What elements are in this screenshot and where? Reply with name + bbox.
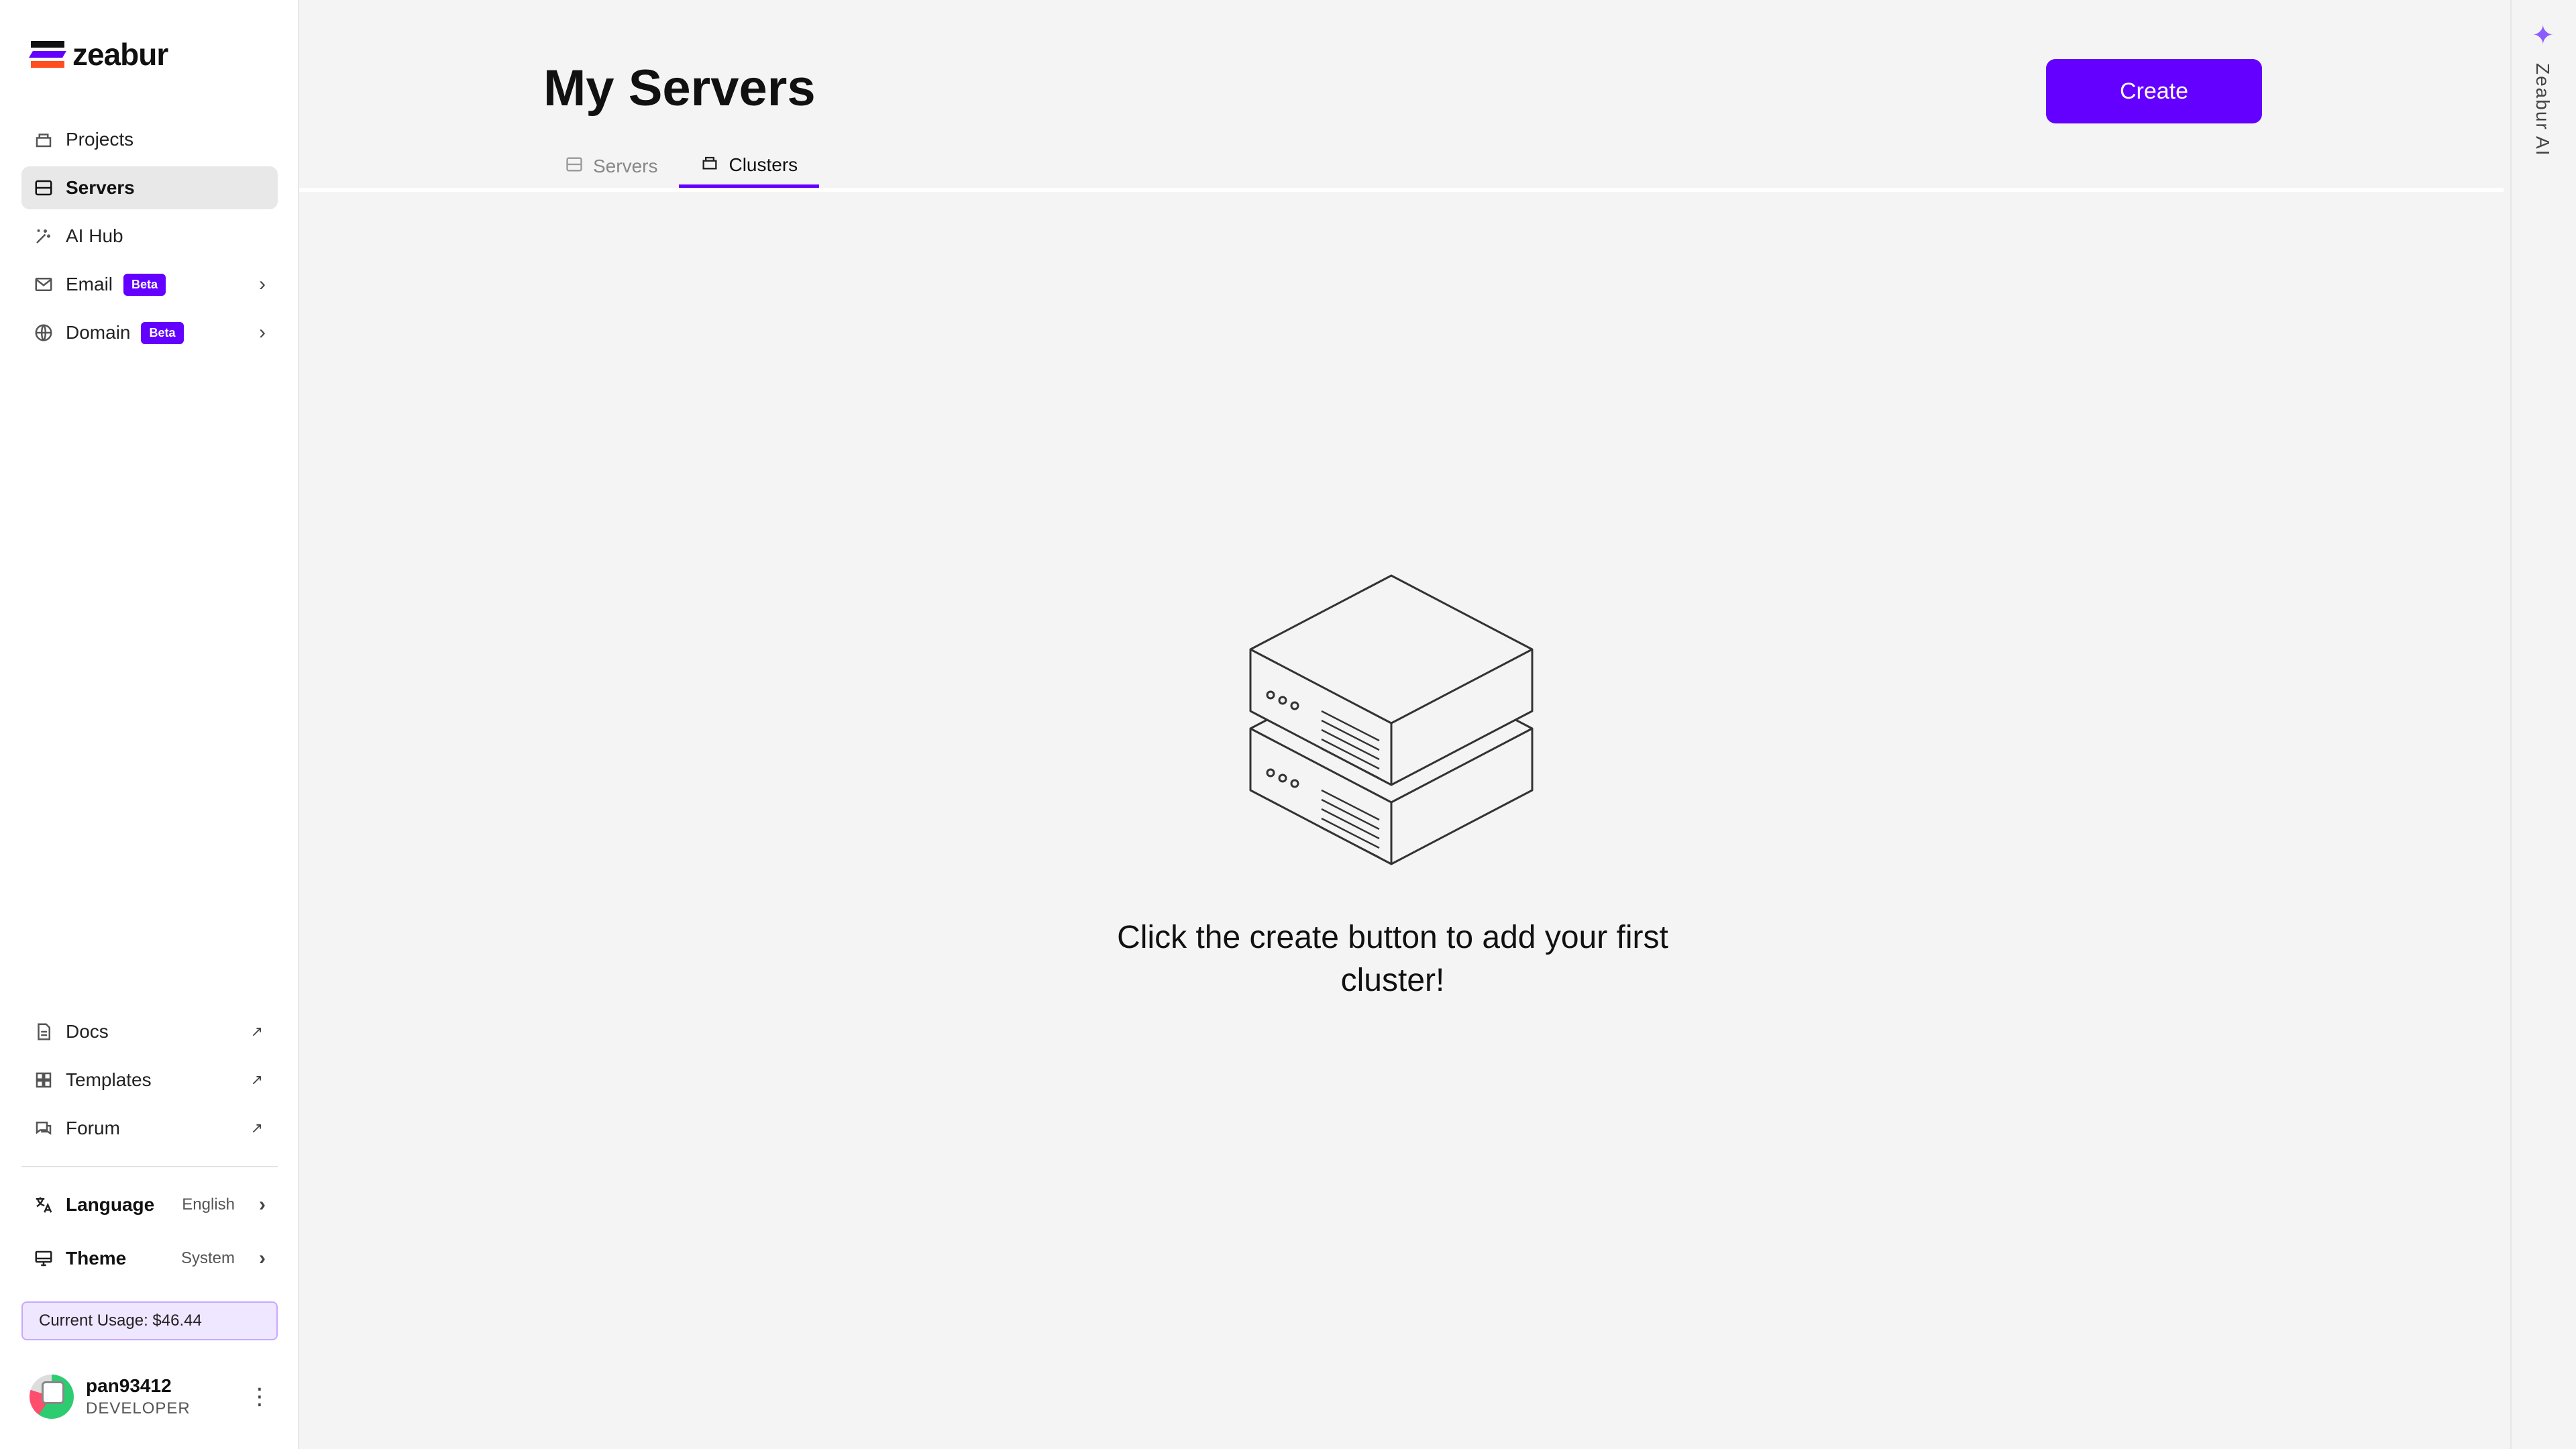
sidebar-item-projects[interactable]: Projects [21, 118, 278, 161]
projects-icon [34, 129, 54, 150]
external-link-icon: ↗ [250, 1120, 263, 1136]
tabs-divider [299, 188, 2504, 192]
sidebar-item-email[interactable]: Email Beta › [21, 263, 278, 306]
zeabur-logo-icon [29, 41, 66, 68]
user-role: DEVELOPER [86, 1399, 191, 1417]
sidebar-link-forum[interactable]: Forum ↗ [21, 1107, 278, 1150]
language-label: Language [66, 1194, 155, 1215]
external-link-icon: ↗ [250, 1071, 263, 1088]
ai-hub-icon [34, 226, 54, 246]
sidebar-item-servers[interactable]: Servers [21, 166, 278, 209]
sidebar-nav: Projects Servers AI Hub Email Beta › Dom… [21, 118, 278, 360]
sidebar-link-label: Docs [66, 1021, 109, 1042]
clusters-icon [700, 153, 729, 176]
chevron-right-icon: › [259, 273, 266, 295]
chevron-right-icon: › [259, 321, 266, 343]
servers-icon [565, 155, 593, 178]
brand-logo[interactable]: zeabur [29, 36, 168, 72]
sidebar-link-templates[interactable]: Templates ↗ [21, 1059, 278, 1102]
tab-label: Clusters [729, 154, 798, 175]
theme-setting[interactable]: Theme System › [21, 1237, 278, 1280]
server-stack-icon [1249, 574, 1534, 865]
sidebar-divider [21, 1166, 278, 1167]
tab-bar: Servers Clusters [543, 145, 820, 188]
main-content: My Servers Create Servers Clusters Click… [299, 0, 2510, 1449]
app-root: zeabur Projects Servers AI Hub Email Bet… [0, 0, 2576, 1449]
empty-state-message: Click the create button to add your firs… [1117, 920, 1668, 998]
sidebar-link-docs[interactable]: Docs ↗ [21, 1010, 278, 1053]
sidebar-item-label: AI Hub [66, 225, 123, 246]
sidebar-item-label: Projects [66, 129, 134, 150]
zeabur-ai-rail[interactable]: ✦ Zeabur AI [2510, 0, 2576, 1449]
sidebar-item-domain[interactable]: Domain Beta › [21, 311, 278, 354]
docs-icon [34, 1022, 54, 1042]
globe-icon [34, 323, 54, 343]
create-button[interactable]: Create [2046, 59, 2262, 123]
brand-name: zeabur [72, 37, 168, 72]
beta-badge: Beta [141, 321, 184, 344]
language-setting[interactable]: Language English › [21, 1183, 278, 1226]
tab-clusters[interactable]: Clusters [679, 145, 820, 188]
forum-icon [34, 1118, 54, 1138]
servers-icon [34, 178, 54, 198]
sidebar-item-label: Domain [66, 322, 131, 343]
more-vertical-icon[interactable]: ⋮ [248, 1383, 271, 1410]
theme-value: System [180, 1249, 235, 1267]
sidebar-item-label: Email [66, 274, 113, 294]
sidebar-link-label: Forum [66, 1118, 120, 1138]
current-usage-badge[interactable]: Current Usage: $46.44 [21, 1301, 278, 1340]
sidebar-item-label: Servers [66, 177, 135, 198]
sidebar-link-label: Templates [66, 1069, 152, 1090]
avatar [30, 1375, 74, 1419]
language-value: English [182, 1195, 235, 1214]
chevron-right-icon: › [259, 1247, 266, 1269]
monitor-icon [34, 1248, 54, 1269]
external-link-icon: ↗ [250, 1023, 263, 1040]
sidebar-item-ai-hub[interactable]: AI Hub [21, 215, 278, 258]
zeabur-ai-label: Zeabur AI [2532, 63, 2553, 157]
chevron-right-icon: › [259, 1193, 266, 1216]
email-icon [34, 274, 54, 294]
translate-icon [34, 1195, 54, 1215]
sidebar-links: Docs ↗ Templates ↗ Forum ↗ [21, 1010, 278, 1155]
templates-icon [34, 1070, 54, 1090]
beta-badge: Beta [123, 273, 166, 296]
user-name: pan93412 [86, 1375, 172, 1396]
page-title: My Servers [543, 60, 816, 117]
sidebar: zeabur Projects Servers AI Hub Email Bet… [0, 0, 299, 1449]
theme-label: Theme [66, 1248, 127, 1269]
user-profile[interactable]: pan93412 DEVELOPER ⋮ [30, 1371, 278, 1422]
tab-servers[interactable]: Servers [543, 145, 679, 188]
tab-label: Servers [593, 156, 658, 176]
sparkle-icon: ✦ [2532, 21, 2555, 50]
